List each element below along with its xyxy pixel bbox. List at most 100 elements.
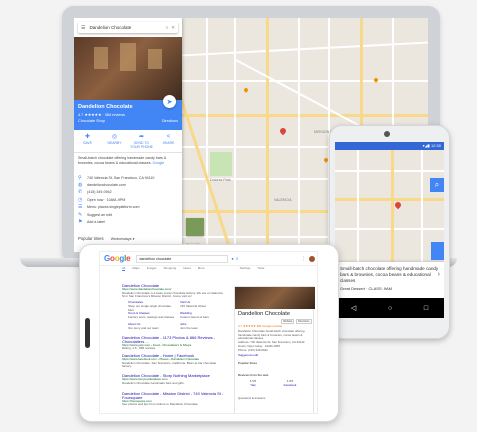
phone-camera xyxy=(384,131,390,137)
tab-news[interactable]: News xyxy=(183,266,191,271)
phone-nav-bar: ◁ ○ □ xyxy=(335,298,444,318)
phone-card-description: Small-batch chocolate offering handmade … xyxy=(340,266,439,283)
globe-icon: ◍ xyxy=(78,182,83,189)
info-suggest-edit[interactable]: ✎ Suggest an edit xyxy=(78,211,178,218)
search-result: Dandelion Chocolate - Mission District -… xyxy=(122,392,225,407)
nearby-button[interactable]: ◎ NEARBY xyxy=(103,134,127,152)
pencil-icon: ✎ xyxy=(78,211,83,218)
knowledge-panel-title: Dandelion Chocolate xyxy=(238,311,290,317)
send-icon: ➦ xyxy=(138,134,145,140)
place-photo[interactable] xyxy=(74,37,182,100)
review-source-link[interactable]: Facebook xyxy=(275,383,305,388)
info-address[interactable]: ⚲ 740 Valencia St, San Francisco, CA 9411… xyxy=(78,174,178,181)
home-icon[interactable]: ○ xyxy=(388,305,392,312)
send-to-phone-button[interactable]: ➦ SEND TO YOUR PHONE xyxy=(130,134,154,152)
sitelink[interactable]: About Us Our story and our team xyxy=(128,322,176,331)
popular-times-label: Popular times xyxy=(238,361,258,365)
phone-map[interactable]: ⌕ xyxy=(335,150,444,262)
search-icon[interactable]: ⌕ xyxy=(430,178,444,192)
info-website[interactable]: ◍ dandelionchocolate.com xyxy=(78,181,178,188)
map-label-valencia: VALENCIA xyxy=(274,198,292,202)
chevron-right-icon[interactable]: › xyxy=(438,271,440,278)
tablet-side-button xyxy=(85,318,90,348)
tab-tools[interactable]: Tools xyxy=(257,266,264,271)
search-result: Dandelion Chocolate https://www.dandelio… xyxy=(122,284,225,299)
maps-search-box[interactable]: ☰ Dandelion Chocolate ⌕ ✕ xyxy=(78,22,178,33)
directions-label[interactable]: Directions xyxy=(162,119,178,123)
search-tabs: All Maps Images Shopping News More Setti… xyxy=(122,266,264,271)
tab-settings[interactable]: Settings xyxy=(240,266,251,271)
place-header: Dandelion Chocolate 4.7 ★★★★★ · 384 revi… xyxy=(74,95,182,130)
google-logo[interactable]: Google xyxy=(104,254,131,263)
place-info-list: ⚲ 740 Valencia St, San Francisco, CA 9411… xyxy=(78,174,178,226)
place-actions: ✚ SAVE ◎ NEARBY ➦ SEND TO YOUR PHONE < SHARE xyxy=(74,131,182,153)
tablet-screen: Google dandelion chocolate ● ⌕ ⋮ All Map… xyxy=(99,251,318,414)
questions-answers-link[interactable]: Questions & answers xyxy=(238,396,312,401)
place-rating[interactable]: 4.7 ★★★★★ · 384 reviews xyxy=(78,112,178,117)
tab-images[interactable]: Images xyxy=(147,266,157,271)
website-button[interactable]: Website xyxy=(281,319,295,324)
save-button[interactable]: ✚ SAVE xyxy=(76,134,100,152)
suggest-edit-link[interactable]: Suggest an edit xyxy=(238,353,312,358)
chevron-down-icon[interactable]: ▾ xyxy=(133,237,135,241)
map-layers-button[interactable] xyxy=(186,218,204,236)
menu-icon: ☰ xyxy=(78,204,83,211)
share-icon: < xyxy=(166,134,171,140)
phone-icon: ✆ xyxy=(78,189,83,196)
result-snippet: Rating: 4.5 - 866 reviews xyxy=(122,346,156,351)
save-icon: ✚ xyxy=(84,134,91,140)
reviews-header: Reviews from the web xyxy=(238,373,269,377)
sitelink[interactable]: Jobs Join the team xyxy=(180,322,225,331)
phone-card-label: Great Dessert · CLASS: 9AM xyxy=(340,286,393,291)
close-icon[interactable]: ✕ xyxy=(171,25,175,31)
result-snippet: Dandelion Chocolate, San Francisco, Cali… xyxy=(122,360,217,369)
mic-icon[interactable]: ● xyxy=(231,256,233,261)
tab-all[interactable]: All xyxy=(122,266,126,271)
directions-button[interactable]: Directions xyxy=(296,319,312,324)
avatar[interactable] xyxy=(309,255,315,262)
popular-day-select[interactable]: Wednesdays xyxy=(111,237,132,241)
phone-place-card[interactable]: Small-batch chocolate offering handmade … xyxy=(335,262,444,298)
sitelink[interactable]: Wedding Custom favors & bars xyxy=(180,311,225,320)
flag-icon: ⚑ xyxy=(78,219,83,226)
tab-maps[interactable]: Maps xyxy=(132,266,139,271)
poi-marker-icon[interactable] xyxy=(243,87,249,93)
location-pin-icon: ⚲ xyxy=(78,174,82,181)
info-phone[interactable]: ✆ (415) 349-0942 xyxy=(78,189,178,196)
sitelink[interactable]: Tours & Classes Factory tours, tastings a… xyxy=(128,311,176,320)
result-snippet: Dandelion Chocolate handmade bars and gi… xyxy=(122,380,185,385)
popular-times: Popular times Wednesdays ▾ xyxy=(78,236,135,241)
google-search-bar: Google dandelion chocolate ● ⌕ ⋮ xyxy=(100,252,317,266)
search-icon[interactable]: ⌕ xyxy=(236,256,239,262)
directions-fab-icon[interactable] xyxy=(431,242,444,260)
directions-icon[interactable]: ➤ xyxy=(163,95,176,108)
map-label-park: Dolores Park xyxy=(210,178,231,182)
apps-icon[interactable]: ⋮ xyxy=(301,256,306,262)
menu-icon[interactable]: ☰ xyxy=(81,25,85,31)
sitelink[interactable]: Visit Us 740 Valencia Street xyxy=(180,300,225,309)
back-icon[interactable]: ◁ xyxy=(351,304,356,312)
google-search-input[interactable]: dandelion chocolate xyxy=(136,254,229,263)
share-button[interactable]: < SHARE xyxy=(157,134,181,152)
result-snippet: Dandelion Chocolate is a bean-to-bar cho… xyxy=(122,290,223,299)
nearby-icon: ◎ xyxy=(111,134,118,140)
search-icon[interactable]: ⌕ xyxy=(166,25,169,30)
review-source-link[interactable]: Yelp xyxy=(238,383,268,388)
phone-status-bar: ▾◢▮ 12:30 xyxy=(335,142,444,150)
info-add-label[interactable]: ⚑ Add a label xyxy=(78,218,178,225)
info-menu[interactable]: ☰ Menu: places.singleplatform.com xyxy=(78,204,178,211)
clock-icon: ◷ xyxy=(78,196,83,203)
recents-icon[interactable]: □ xyxy=(424,305,428,312)
info-hours[interactable]: ◷ Open now · 10AM–9PM xyxy=(78,196,178,203)
maps-search-input[interactable]: Dandelion Chocolate xyxy=(89,25,163,30)
place-panel: ☰ Dandelion Chocolate ⌕ ✕ Dandelion Choc… xyxy=(74,18,182,252)
phone-screen: ▾◢▮ 12:30 ⌕ Small-batch chocolate offeri… xyxy=(335,142,444,298)
search-result: Dandelion Chocolate - Story Nothing Mark… xyxy=(122,374,225,385)
place-description: Small-batch chocolate offering handmade … xyxy=(78,156,167,165)
description-source-link[interactable]: Google xyxy=(153,161,165,165)
place-marker-icon[interactable] xyxy=(393,200,403,210)
tab-more[interactable]: More xyxy=(198,266,205,271)
tab-shopping[interactable]: Shopping xyxy=(164,266,177,271)
knowledge-panel-photo[interactable] xyxy=(235,287,315,309)
place-marker-icon[interactable] xyxy=(278,126,288,136)
